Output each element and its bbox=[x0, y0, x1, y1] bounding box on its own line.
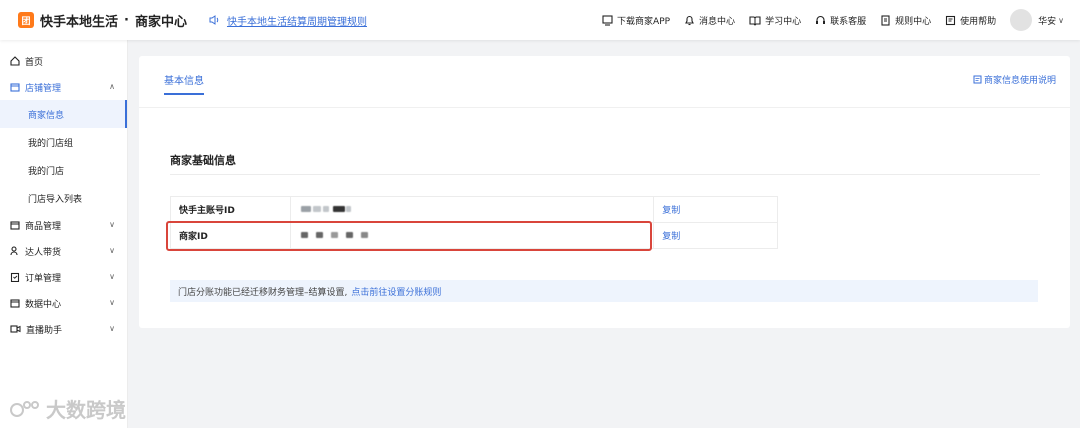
nav-support[interactable]: 联系客服 bbox=[815, 14, 866, 27]
notice-link[interactable]: 快手本地生活结算周期管理规则 bbox=[209, 13, 367, 28]
sidebar-item-label: 数据中心 bbox=[25, 299, 62, 310]
main-card: 基本信息 商家信息使用说明 商家基础信息 快手主账号ID 复制 商家ID 复制 … bbox=[139, 56, 1070, 328]
monitor-icon bbox=[602, 14, 613, 26]
notice-bar-text: 门店分账功能已经迁移财务管理–结算设置, bbox=[178, 287, 348, 298]
tab-basic-info[interactable]: 基本信息 bbox=[164, 72, 204, 95]
chevron-down-icon: ∨ bbox=[109, 324, 115, 333]
sidebar-item-home[interactable]: 首页 bbox=[0, 48, 127, 74]
sidebar-subitem-merchant-info[interactable]: 商家信息 bbox=[0, 100, 127, 128]
copy-button[interactable]: 复制 bbox=[653, 222, 778, 249]
sidebar-item-label: 达人带货 bbox=[25, 247, 62, 258]
rules-icon bbox=[881, 14, 890, 26]
chevron-down-icon: ∨ bbox=[109, 246, 115, 255]
watermark-text: 大数跨境 bbox=[46, 398, 126, 422]
sidebar-item-label: 首页 bbox=[25, 57, 44, 68]
section-title: 商家基础信息 bbox=[170, 154, 236, 167]
product-icon bbox=[10, 221, 20, 230]
info-notice-bar: 门店分账功能已经迁移财务管理–结算设置, 点击前往设置分账规则 bbox=[170, 280, 1038, 302]
chevron-down-icon: ∨ bbox=[109, 272, 115, 281]
tab-bar: 基本信息 商家信息使用说明 bbox=[139, 56, 1070, 108]
notice-text[interactable]: 快手本地生活结算周期管理规则 bbox=[227, 13, 367, 28]
brand-logo-icon[interactable]: 团 bbox=[18, 12, 34, 28]
sidebar-item-live-assistant[interactable]: 直播助手 ∨ bbox=[0, 316, 127, 342]
bell-icon bbox=[685, 15, 694, 25]
data-icon bbox=[10, 299, 20, 308]
sidebar-item-label: 订单管理 bbox=[25, 273, 62, 284]
chevron-down-icon: ∨ bbox=[109, 298, 115, 307]
sidebar-item-label: 直播助手 bbox=[26, 325, 63, 336]
kuaishou-account-id-value bbox=[289, 196, 655, 223]
headset-icon bbox=[816, 15, 826, 24]
copy-button[interactable]: 复制 bbox=[653, 196, 778, 223]
section-divider bbox=[170, 174, 1040, 175]
nav-label: 规则中心 bbox=[895, 16, 932, 27]
help-link-text: 商家信息使用说明 bbox=[983, 76, 1056, 86]
sidebar-item-label: 商品管理 bbox=[25, 221, 62, 232]
chevron-down-icon[interactable]: ∨ bbox=[1058, 16, 1064, 25]
chevron-down-icon: ∨ bbox=[109, 220, 115, 229]
sidebar-subitem-store-groups[interactable]: 我的门店组 bbox=[0, 128, 127, 156]
nav-learning[interactable]: 学习中心 bbox=[749, 14, 801, 27]
merchant-info-help-link[interactable]: 商家信息使用说明 bbox=[973, 73, 1056, 86]
nav-label: 联系客服 bbox=[830, 16, 867, 27]
brand-subtitle: 商家中心 bbox=[134, 14, 187, 30]
chevron-up-icon: ∧ bbox=[109, 82, 115, 91]
sidebar-item-products[interactable]: 商品管理 ∨ bbox=[0, 212, 127, 238]
user-name[interactable]: 华安 bbox=[1038, 14, 1056, 27]
nav-label: 学习中心 bbox=[765, 16, 802, 27]
sidebar-item-store-management[interactable]: 店铺管理 ∧ bbox=[0, 74, 127, 100]
nav-help[interactable]: 使用帮助 bbox=[945, 14, 996, 27]
nav-label: 下载商家APP bbox=[617, 16, 671, 27]
store-icon bbox=[10, 83, 20, 92]
sidebar: 首页 店铺管理 ∧ 商家信息 我的门店组 我的门店 门店导入列表 商品管理 ∨ … bbox=[0, 40, 128, 428]
help-icon bbox=[946, 15, 956, 25]
sidebar-subitem-store-import[interactable]: 门店导入列表 bbox=[0, 184, 127, 212]
highlight-box bbox=[166, 221, 652, 251]
nav-rules[interactable]: 规则中心 bbox=[880, 14, 931, 27]
sidebar-item-label: 店铺管理 bbox=[25, 83, 62, 94]
nav-label: 消息中心 bbox=[699, 16, 736, 27]
watermark-logo-icon bbox=[10, 400, 39, 417]
brand-name: 快手本地生活 bbox=[40, 14, 119, 30]
header-nav: 下载商家APP 消息中心 学习中心 联系客服 规则中心 使用帮助 华安 ∨ bbox=[588, 0, 1064, 40]
top-header: 团 快手本地生活 · 商家中心 快手本地生活结算周期管理规则 下载商家APP 消… bbox=[0, 0, 1080, 40]
brand-separator: · bbox=[124, 12, 129, 28]
nav-download-app[interactable]: 下载商家APP bbox=[602, 14, 670, 27]
nav-messages[interactable]: 消息中心 bbox=[684, 14, 735, 27]
sidebar-item-data-center[interactable]: 数据中心 ∨ bbox=[0, 290, 127, 316]
video-icon bbox=[10, 325, 21, 333]
book-icon bbox=[749, 15, 761, 26]
watermark: 大数跨境 bbox=[10, 394, 126, 423]
table-row: 快手主账号ID 复制 bbox=[170, 196, 778, 223]
clipboard-icon bbox=[10, 272, 20, 282]
user-icon bbox=[10, 246, 18, 256]
sidebar-item-influencers[interactable]: 达人带货 ∨ bbox=[0, 238, 127, 264]
nav-label: 使用帮助 bbox=[960, 16, 997, 27]
set-split-rules-link[interactable]: 点击前往设置分账规则 bbox=[351, 285, 441, 298]
avatar[interactable] bbox=[1010, 9, 1033, 31]
field-label: 快手主账号ID bbox=[170, 196, 291, 223]
sidebar-subitem-my-stores[interactable]: 我的门店 bbox=[0, 156, 127, 184]
document-icon bbox=[973, 75, 982, 84]
sidebar-item-orders[interactable]: 订单管理 ∨ bbox=[0, 264, 127, 290]
home-icon bbox=[10, 56, 20, 66]
speaker-icon bbox=[209, 15, 219, 25]
